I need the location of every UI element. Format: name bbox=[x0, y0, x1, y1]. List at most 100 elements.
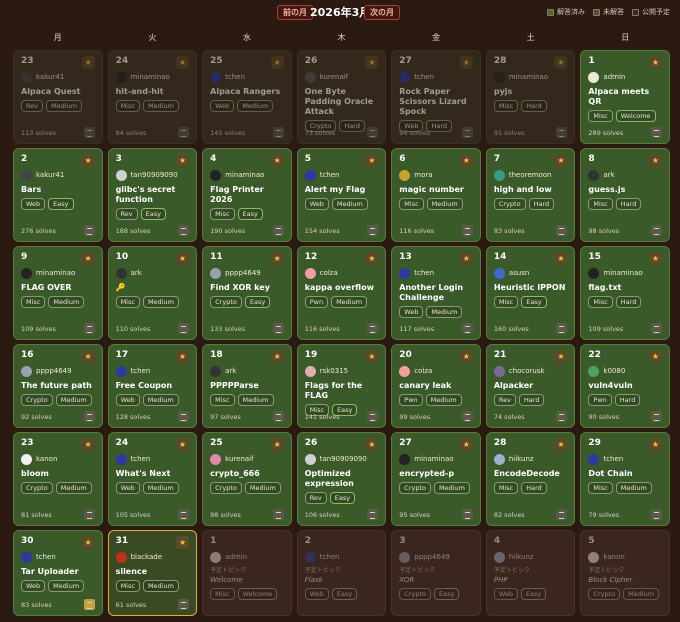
tag-web: Web bbox=[115, 482, 140, 494]
day-cell[interactable]: 12 colza kappa overflow Pwn Medium ★ 116 solve… bbox=[296, 246, 387, 340]
solve-count: 128 solves bbox=[115, 413, 151, 421]
avatar bbox=[21, 169, 32, 181]
writeup-icon[interactable] bbox=[83, 509, 95, 520]
writeup-icon[interactable] bbox=[556, 127, 568, 138]
writeup-icon[interactable] bbox=[367, 323, 379, 334]
solve-count: 116 solves bbox=[304, 325, 340, 333]
day-cell[interactable]: 4 minaminao Flag Printer 2026 Misc Easy ★ 190 … bbox=[202, 148, 292, 242]
day-cell[interactable]: 23 kanon bloom Crypto Medium ★ 81 solves bbox=[13, 432, 103, 526]
writeup-icon[interactable] bbox=[83, 225, 95, 236]
author-name: tchen bbox=[225, 72, 245, 81]
day-cell[interactable]: 18 ark PPPPParse Misc Medium ★ 97 solves bbox=[202, 344, 292, 428]
day-cell[interactable]: 3 tan90909090 glibc's secret function Rev Ea… bbox=[107, 148, 198, 242]
day-cell[interactable]: 26 kurenaif One Byte Padding Oracle Attack… bbox=[296, 50, 387, 144]
writeup-icon[interactable] bbox=[461, 127, 473, 138]
alpaca-icon: ★ bbox=[365, 252, 379, 265]
challenge-title: EncodeDecode bbox=[493, 469, 560, 478]
day-cell[interactable]: 22 k0080 vuln4vuln Pwn Hard ★ 90 solves bbox=[580, 344, 670, 428]
writeup-icon[interactable] bbox=[178, 323, 190, 334]
day-cell[interactable]: 9 minaminao FLAG OVER Misc Medium ★ 109 solves bbox=[13, 246, 103, 340]
day-cell[interactable]: 20 colza canary leak Pwn Medium ★ 99 solves bbox=[391, 344, 481, 428]
day-cell[interactable]: 11 pppp4649 Find XOR key Crypto Easy ★ 133 sol… bbox=[202, 246, 292, 340]
day-cell[interactable]: 24 tchen What's Next Web Medium ★ 105 solves bbox=[107, 432, 198, 526]
day-cell[interactable]: 25 kurenaif crypto_666 Crypto Medium ★ 98 solv… bbox=[202, 432, 292, 526]
day-cell[interactable]: 29 tchen Dot Chain Misc Medium ★ 79 solves bbox=[580, 432, 670, 526]
writeup-icon[interactable] bbox=[650, 225, 662, 236]
writeup-icon[interactable] bbox=[272, 411, 284, 422]
day-cell[interactable]: 25 tchen Alpaca Rangers Web Medium ★ 145 solve… bbox=[202, 50, 292, 144]
writeup-icon[interactable] bbox=[83, 127, 95, 138]
writeup-icon[interactable] bbox=[178, 411, 190, 422]
day-cell[interactable]: 10 ark 🔑 Misc Medium ★ 110 solves bbox=[107, 246, 198, 340]
challenge-author: kakur41 bbox=[21, 71, 95, 83]
writeup-icon[interactable] bbox=[650, 127, 662, 138]
day-cell[interactable]: 7 theoremoon high and low Crypto Hard ★ 83 sol… bbox=[485, 148, 576, 242]
day-cell[interactable]: 4 hiikunz 予定トピック PHP Web Easy bbox=[485, 530, 576, 616]
tag-misc: Misc bbox=[115, 580, 140, 592]
day-cell[interactable]: 31 blackade silence Misc Medium ★ 61 solves bbox=[107, 530, 198, 616]
day-cell[interactable]: 2 kakur41 Bars Web Easy ★ 276 solves bbox=[13, 148, 103, 242]
writeup-icon[interactable] bbox=[83, 411, 95, 422]
day-cell[interactable]: 1 admin Alpaca meets QR Misc Welcome ★ 289 sol… bbox=[580, 50, 670, 144]
day-cell[interactable]: 26 tan90909090 Optimized expression Rev Easy… bbox=[296, 432, 387, 526]
writeup-icon[interactable] bbox=[272, 323, 284, 334]
day-cell[interactable]: 1 admin 予定トピック Welcome Misc Welcome bbox=[202, 530, 292, 616]
writeup-icon[interactable] bbox=[650, 411, 662, 422]
writeup-icon[interactable] bbox=[178, 225, 190, 236]
day-cell[interactable]: 27 minaminao encrypted-p Crypto Medium ★ 95 so… bbox=[391, 432, 481, 526]
writeup-icon[interactable] bbox=[556, 323, 568, 334]
day-cell[interactable]: 14 asusn Heuristic IPPON Misc Easy ★ 160 solve… bbox=[485, 246, 576, 340]
challenge-title: Tar Uploader bbox=[21, 567, 79, 576]
cell-content: 1 admin 予定トピック Welcome Misc Welcome bbox=[210, 535, 284, 600]
writeup-icon[interactable] bbox=[556, 509, 568, 520]
writeup-icon[interactable] bbox=[367, 127, 379, 138]
day-cell[interactable]: 24 minaminao hit-and-hit Misc Medium ★ 84 solv… bbox=[107, 50, 198, 144]
day-cell[interactable]: 28 hiikunz EncodeDecode Misc Hard ★ 82 solves bbox=[485, 432, 576, 526]
prev-month-button[interactable]: 前の月 bbox=[277, 5, 313, 20]
alpaca-icon: ★ bbox=[81, 56, 95, 69]
solve-count: 94 solves bbox=[399, 129, 431, 137]
writeup-icon[interactable] bbox=[178, 509, 190, 520]
next-month-button[interactable]: 次の月 bbox=[364, 5, 400, 20]
avatar bbox=[493, 169, 505, 181]
writeup-icon[interactable] bbox=[83, 323, 95, 334]
day-cell[interactable]: 16 pppp4649 The future path Crypto Medium ★ 92… bbox=[13, 344, 103, 428]
writeup-icon[interactable] bbox=[272, 225, 284, 236]
writeup-icon[interactable] bbox=[461, 225, 473, 236]
day-cell[interactable]: 6 mora magic number Misc Medium ★ 116 solves bbox=[391, 148, 481, 242]
day-cell[interactable]: 17 tchen Free Coupon Web Medium ★ 128 solves bbox=[107, 344, 198, 428]
day-cell[interactable]: 21 chocorusk Alpacker Rev Hard ★ 74 solves bbox=[485, 344, 576, 428]
writeup-icon[interactable] bbox=[178, 127, 190, 138]
alpaca-icon: ★ bbox=[270, 252, 284, 265]
day-cell[interactable]: 30 tchen Tar Uploader Web Medium ★ 83 solves bbox=[13, 530, 103, 616]
writeup-icon[interactable] bbox=[650, 323, 662, 334]
day-cell[interactable]: 28 minaminao pyjs Misc Hard ★ 91 solves bbox=[485, 50, 576, 144]
day-cell[interactable]: 19 rsk0315 Flags for the FLAG Misc Easy ★ 141 … bbox=[296, 344, 387, 428]
writeup-icon[interactable] bbox=[650, 509, 662, 520]
writeup-icon[interactable] bbox=[367, 411, 379, 422]
day-cell[interactable]: 13 tchen Another Login Challenge Web Medium ★… bbox=[391, 246, 481, 340]
writeup-icon[interactable] bbox=[178, 599, 190, 610]
day-cell[interactable]: 3 pppp4649 予定トピック XOR Crypto Easy bbox=[391, 530, 481, 616]
day-cell[interactable]: 5 tchen Alert my Flag Web Medium ★ 154 solves bbox=[296, 148, 387, 242]
day-cell[interactable]: 8 ark guess.js Misc Hard ★ 98 solves bbox=[580, 148, 670, 242]
day-cell[interactable]: 15 minaminao flag.txt Misc Hard ★ 109 solves bbox=[580, 246, 670, 340]
day-cell[interactable]: 23 kakur41 Alpaca Quest Rev Medium ★ 113 solve… bbox=[13, 50, 103, 144]
avatar bbox=[304, 267, 316, 279]
writeup-icon[interactable] bbox=[556, 411, 568, 422]
writeup-icon[interactable] bbox=[461, 323, 473, 334]
writeup-icon[interactable] bbox=[461, 509, 473, 520]
writeup-icon[interactable] bbox=[83, 599, 95, 610]
writeup-icon[interactable] bbox=[367, 225, 379, 236]
avatar bbox=[493, 267, 505, 279]
writeup-icon[interactable] bbox=[272, 127, 284, 138]
day-cell[interactable]: 2 tchen 予定トピック Flask Web Easy bbox=[296, 530, 387, 616]
writeup-icon[interactable] bbox=[367, 509, 379, 520]
writeup-icon[interactable] bbox=[272, 509, 284, 520]
day-cell[interactable]: 27 tchen Rock Paper Scissors Lizard Spock W… bbox=[391, 50, 481, 144]
writeup-icon[interactable] bbox=[556, 225, 568, 236]
writeup-icon[interactable] bbox=[461, 411, 473, 422]
tag-medium: Medium bbox=[142, 100, 179, 112]
avatar bbox=[588, 453, 600, 465]
day-cell[interactable]: 5 kanon 予定トピック Block Cipher Crypto Medium bbox=[580, 530, 670, 616]
